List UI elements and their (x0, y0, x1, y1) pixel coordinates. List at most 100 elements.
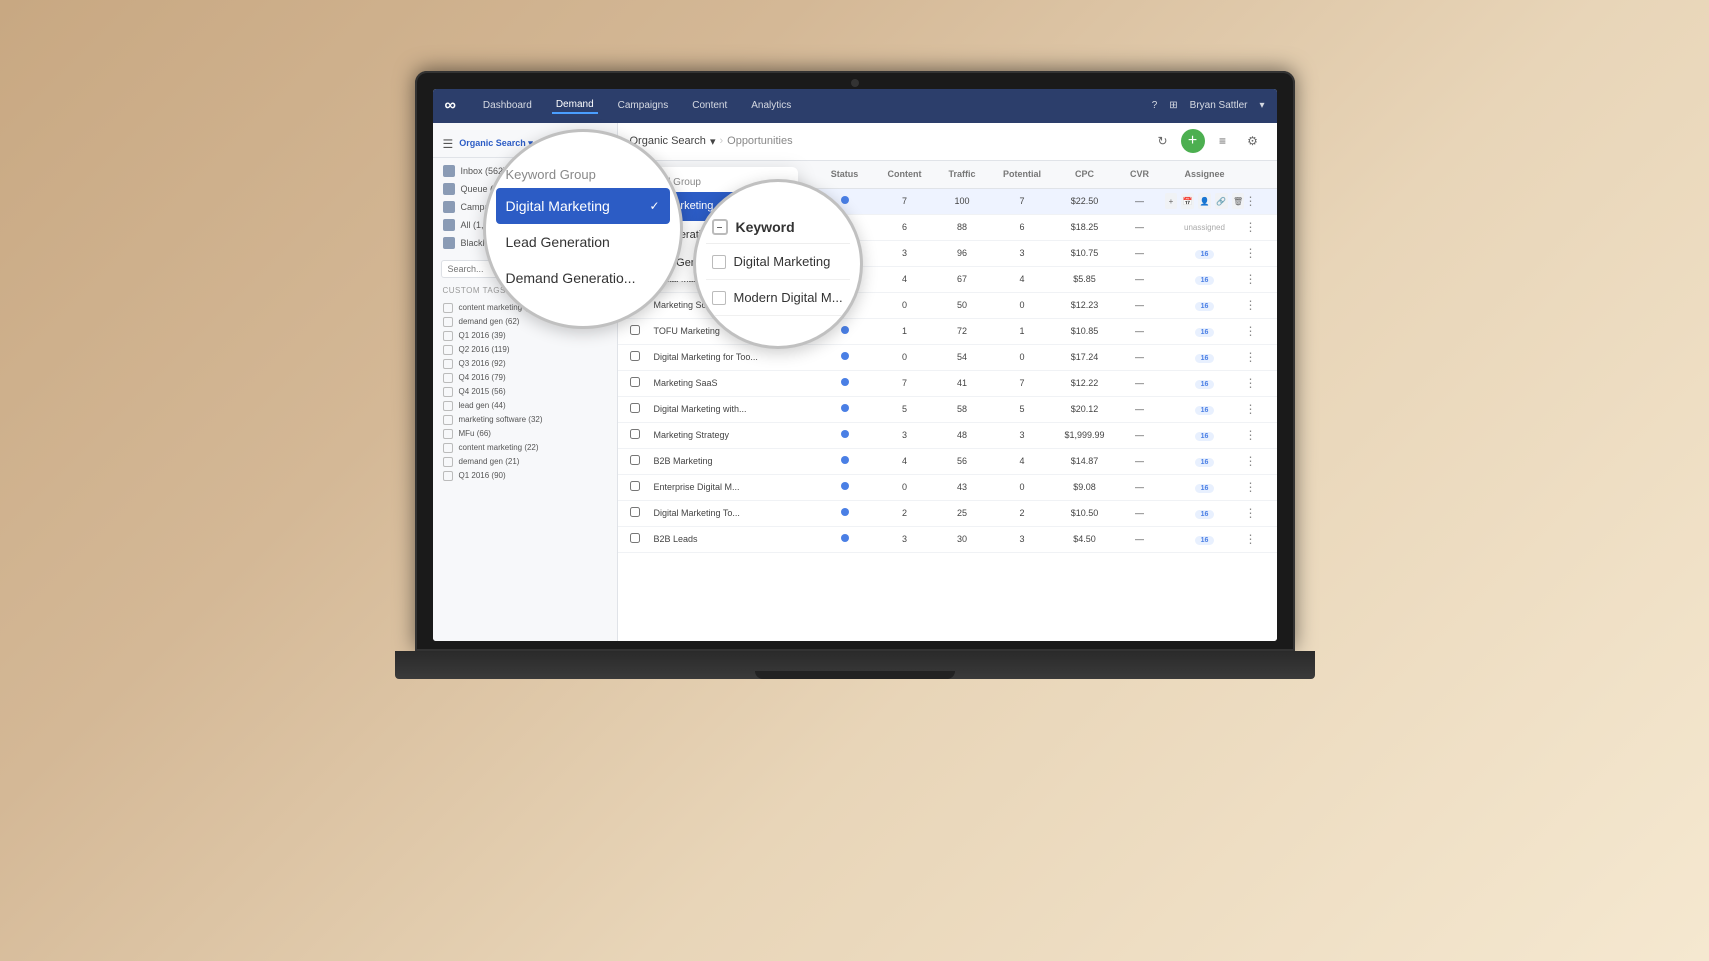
mag-kw-checkbox[interactable] (712, 255, 726, 269)
table-row[interactable]: Marketing Strategy 3 48 3 $1,999.99 — 16… (618, 423, 1277, 449)
tag-checkbox[interactable] (443, 345, 453, 355)
row-more[interactable]: ⋮ (1245, 272, 1265, 286)
row-more[interactable]: ⋮ (1245, 376, 1265, 390)
row-more[interactable]: ⋮ (1245, 350, 1265, 364)
user-icon[interactable]: 👤 (1198, 193, 1211, 209)
status-dot (841, 456, 849, 464)
row-checkbox[interactable] (630, 507, 640, 517)
mag-kw-checkbox[interactable] (712, 291, 726, 305)
row-cpc: $5.85 (1055, 274, 1115, 284)
row-potential: 7 (990, 196, 1055, 206)
user-chevron[interactable]: ▾ (1259, 100, 1264, 111)
row-potential: 5 (990, 404, 1055, 414)
row-checkbox[interactable] (630, 533, 640, 543)
row-more[interactable]: ⋮ (1245, 298, 1265, 312)
row-more[interactable]: ⋮ (1245, 220, 1265, 234)
tag-checkbox[interactable] (443, 457, 453, 467)
row-more[interactable]: ⋮ (1245, 324, 1265, 338)
tag-checkbox[interactable] (443, 387, 453, 397)
mag-keyword-digital-marketing[interactable]: Digital Marketing (706, 244, 850, 280)
tag-checkbox[interactable] (443, 331, 453, 341)
tag-checkbox[interactable] (443, 415, 453, 425)
row-cpc: $1,999.99 (1055, 430, 1115, 440)
row-checkbox[interactable] (630, 429, 640, 439)
mag-item-demand-generation[interactable]: Demand Generatio... (496, 260, 670, 296)
nav-demand[interactable]: Demand (552, 97, 598, 114)
organic-search-breadcrumb[interactable]: Organic Search (630, 135, 706, 147)
row-more[interactable]: ⋮ (1245, 402, 1265, 416)
tag-checkbox[interactable] (443, 401, 453, 411)
link-icon[interactable]: 🔗 (1215, 193, 1228, 209)
user-menu[interactable]: Bryan Sattler (1190, 100, 1248, 111)
col-header-cpc[interactable]: CPC (1055, 169, 1115, 179)
tag-checkbox[interactable] (443, 359, 453, 369)
row-content: 4 (875, 456, 935, 466)
row-assignee: 16 (1165, 274, 1245, 285)
nav-analytics[interactable]: Analytics (747, 98, 795, 113)
row-potential: 3 (990, 248, 1055, 258)
row-traffic: 96 (935, 248, 990, 258)
tag-checkbox[interactable] (443, 443, 453, 453)
hamburger-icon[interactable]: ☰ (443, 137, 454, 151)
row-checkbox[interactable] (630, 403, 640, 413)
grid-icon[interactable]: ⊞ (1169, 100, 1177, 111)
tag-checkbox[interactable] (443, 317, 453, 327)
tag-checkbox[interactable] (443, 303, 453, 313)
tag-q1-2016: Q1 2016 (39) (433, 329, 617, 343)
col-header-cvr[interactable]: CVR (1115, 169, 1165, 179)
table-row[interactable]: Marketing SaaS 7 41 7 $12.22 — 16 ⋮ (618, 371, 1277, 397)
row-checkbox[interactable] (630, 377, 640, 387)
help-icon[interactable]: ? (1152, 100, 1158, 111)
tag-checkbox[interactable] (443, 373, 453, 383)
nav-dashboard[interactable]: Dashboard (479, 98, 536, 113)
tag-q3-2016: Q3 2016 (92) (433, 357, 617, 371)
col-header-content[interactable]: Content (875, 169, 935, 179)
table-row[interactable]: B2B Marketing 4 56 4 $14.87 — 16 ⋮ (618, 449, 1277, 475)
mag-header-checkbox[interactable]: – (712, 219, 728, 235)
col-header-traffic[interactable]: Traffic (935, 169, 990, 179)
mag-item-digital-marketing[interactable]: Digital Marketing (496, 188, 670, 224)
tag-checkbox[interactable] (443, 471, 453, 481)
row-more[interactable]: ⋮ (1245, 454, 1265, 468)
row-more[interactable]: ⋮ (1245, 480, 1265, 494)
row-traffic: 25 (935, 508, 990, 518)
row-more[interactable]: ⋮ (1245, 506, 1265, 520)
calendar-icon[interactable]: 📅 (1181, 193, 1194, 209)
row-checkbox[interactable] (630, 455, 640, 465)
table-row[interactable]: Enterprise Digital M... 0 43 0 $9.08 — 1… (618, 475, 1277, 501)
table-row[interactable]: Digital Marketing To... 2 25 2 $10.50 — … (618, 501, 1277, 527)
add-action-icon[interactable]: + (1165, 193, 1178, 209)
row-traffic: 50 (935, 300, 990, 310)
tag-checkbox[interactable] (443, 429, 453, 439)
row-checkbox[interactable] (630, 481, 640, 491)
row-cpc: $10.50 (1055, 508, 1115, 518)
app-nav: ∞ Dashboard Demand Campaigns Content Ana… (433, 89, 1277, 123)
table-row[interactable]: Digital Marketing with... 5 58 5 $20.12 … (618, 397, 1277, 423)
nav-content[interactable]: Content (688, 98, 731, 113)
row-checkbox[interactable] (630, 351, 640, 361)
row-more[interactable]: ⋮ (1245, 194, 1265, 208)
row-assignee: 16 (1165, 534, 1245, 545)
col-header-status[interactable]: Status (815, 169, 875, 179)
trash-icon[interactable]: 🗑 (1232, 193, 1245, 209)
row-potential: 1 (990, 326, 1055, 336)
view-options-button[interactable]: ≡ (1211, 129, 1235, 153)
col-header-potential[interactable]: Potential (990, 169, 1055, 179)
table-row[interactable]: Digital Marketing for Too... 0 54 0 $17.… (618, 345, 1277, 371)
mag-item-lead-generation[interactable]: Lead Generation (496, 224, 670, 260)
row-traffic: 54 (935, 352, 990, 362)
inbox-icon (443, 165, 455, 177)
settings-button[interactable]: ⚙ (1241, 129, 1265, 153)
organic-search-nav[interactable]: Organic Search ▾ (459, 138, 533, 149)
add-button[interactable]: + (1181, 129, 1205, 153)
col-header-assignee[interactable]: Assignee (1165, 169, 1245, 179)
refresh-button[interactable]: ↻ (1151, 129, 1175, 153)
row-more[interactable]: ⋮ (1245, 246, 1265, 260)
row-more[interactable]: ⋮ (1245, 532, 1265, 546)
row-checkbox[interactable] (630, 325, 640, 335)
nav-campaigns[interactable]: Campaigns (614, 98, 673, 113)
table-row[interactable]: B2B Leads 3 30 3 $4.50 — 16 ⋮ (618, 527, 1277, 553)
row-more[interactable]: ⋮ (1245, 428, 1265, 442)
mag-keyword-modern-digital[interactable]: Modern Digital M... (706, 280, 850, 316)
row-keyword: B2B Marketing (654, 456, 815, 466)
